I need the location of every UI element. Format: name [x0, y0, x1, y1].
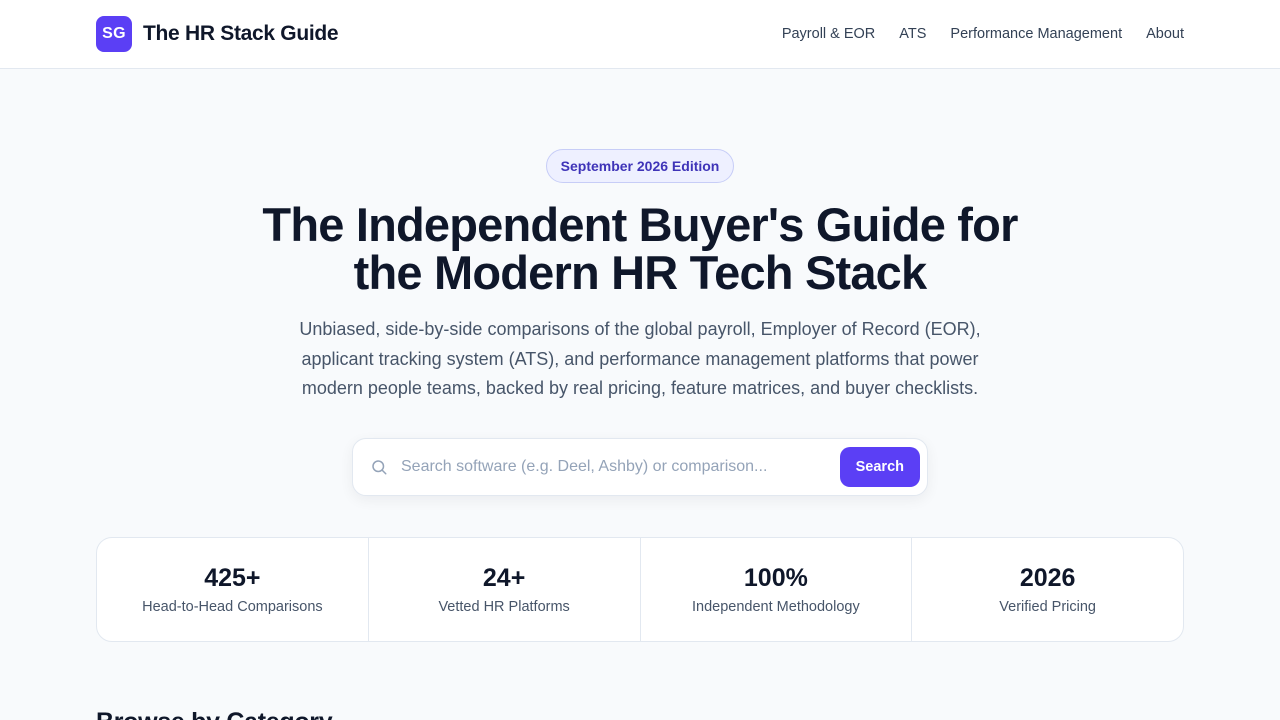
nav-link-ats[interactable]: ATS	[899, 26, 926, 42]
stat-label: Verified Pricing	[999, 598, 1096, 615]
stat-methodology: 100% Independent Methodology	[641, 537, 913, 641]
nav-link-payroll-eor[interactable]: Payroll & EOR	[782, 26, 875, 42]
stat-label: Head-to-Head Comparisons	[142, 598, 323, 615]
stat-value: 100%	[743, 563, 808, 592]
hero-title: The Independent Buyer's Guide for the Mo…	[262, 198, 1018, 299]
nav-link-about[interactable]: About	[1146, 26, 1184, 42]
search-button[interactable]: Search	[839, 446, 920, 487]
edition-badge: September 2026 Edition	[545, 149, 735, 183]
stat-comparisons: 425+ Head-to-Head Comparisons	[97, 537, 369, 641]
search-input[interactable]	[389, 446, 840, 487]
logo-badge: SG	[96, 16, 132, 52]
browse-by-category-heading: Browse by Category	[96, 708, 1184, 720]
nav-link-performance-management[interactable]: Performance Management	[950, 26, 1122, 42]
search-icon	[369, 457, 389, 477]
search-form: Search	[352, 437, 928, 496]
brand-home-link[interactable]: SG The HR Stack Guide	[96, 16, 339, 52]
stat-label: Independent Methodology	[692, 598, 860, 615]
hero-subtitle: Unbiased, side-by-side comparisons of th…	[299, 319, 981, 398]
stats-bar: 425+ Head-to-Head Comparisons 24+ Vetted…	[96, 536, 1184, 642]
main-nav: Payroll & EOR ATS Performance Management…	[782, 26, 1184, 42]
stat-platforms: 24+ Vetted HR Platforms	[369, 537, 641, 641]
stat-value: 2026	[1019, 563, 1076, 592]
stat-label: Vetted HR Platforms	[438, 598, 570, 615]
top-navigation-bar: SG The HR Stack Guide Payroll & EOR ATS …	[0, 0, 1280, 69]
stat-pricing: 2026 Verified Pricing	[912, 538, 1183, 641]
brand-name: The HR Stack Guide	[143, 22, 339, 45]
hero-section: September 2026 Edition The Independent B…	[0, 69, 1280, 496]
stat-value: 425+	[204, 563, 261, 592]
stat-value: 24+	[482, 563, 526, 592]
